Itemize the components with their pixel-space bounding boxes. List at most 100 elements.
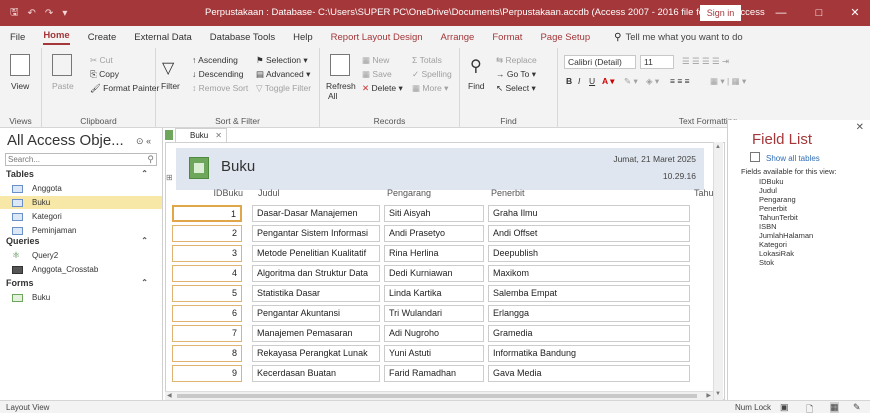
- cell-penerbit[interactable]: Erlangga: [488, 305, 690, 322]
- scroll-left-icon[interactable]: ◀: [167, 392, 172, 399]
- cell-judul[interactable]: Pengantar Sistem Informasi: [252, 225, 380, 242]
- customize-qat-icon[interactable]: ▾: [62, 8, 67, 19]
- undo-icon[interactable]: ↶: [28, 8, 36, 19]
- cell-judul[interactable]: Metode Penelitian Kualitatif: [252, 245, 380, 262]
- field-list-item[interactable]: ISBN: [759, 222, 777, 231]
- column-header-idbuku[interactable]: IDBuku: [199, 188, 243, 198]
- shutter-bar-close-icon[interactable]: «: [146, 136, 151, 146]
- nav-section-queries[interactable]: Queries ⌃: [6, 236, 154, 246]
- copy-button[interactable]: ⎘ Copy: [90, 69, 119, 80]
- tab-page-setup[interactable]: Page Setup: [540, 32, 590, 43]
- cell-judul[interactable]: Dasar-Dasar Manajemen: [252, 205, 380, 222]
- cell-pengarang[interactable]: Farid Ramadhan: [384, 365, 484, 382]
- cell-idbuku[interactable]: 3: [172, 245, 242, 262]
- tab-external-data[interactable]: External Data: [134, 32, 192, 43]
- cell-pengarang[interactable]: Tri Wulandari: [384, 305, 484, 322]
- goto-button[interactable]: → Go To ▾: [496, 69, 536, 80]
- ascending-button[interactable]: ↑ Ascending: [192, 55, 238, 65]
- spelling-button[interactable]: ✓ Spelling: [412, 69, 452, 80]
- cell-penerbit[interactable]: Gramedia: [488, 325, 690, 342]
- cell-judul[interactable]: Manajemen Pemasaran: [252, 325, 380, 342]
- report-date[interactable]: Jumat, 21 Maret 2025: [613, 154, 696, 164]
- maximize-button[interactable]: □: [810, 4, 828, 22]
- vertical-scrollbar[interactable]: ▲ ▼: [713, 142, 723, 400]
- redo-icon[interactable]: ↷: [45, 8, 53, 19]
- nav-item-anggota-crosstab[interactable]: Anggota_Crosstab: [0, 263, 162, 276]
- sign-in-button[interactable]: Sign in: [700, 5, 741, 21]
- descending-button[interactable]: ↓ Descending: [192, 69, 244, 79]
- layout-view-icon[interactable]: ▦: [830, 402, 839, 413]
- cell-idbuku[interactable]: 2: [172, 225, 242, 242]
- column-header-pengarang[interactable]: Pengarang: [387, 188, 431, 198]
- cell-idbuku[interactable]: 5: [172, 285, 242, 302]
- doc-tab-buku[interactable]: Buku ✕: [175, 128, 227, 142]
- tab-help[interactable]: Help: [293, 32, 313, 43]
- scroll-right-icon[interactable]: ▶: [706, 392, 711, 399]
- format-painter-button[interactable]: 🖌 Format Painter: [90, 83, 159, 94]
- cell-idbuku[interactable]: 8: [172, 345, 242, 362]
- nav-section-tables[interactable]: Tables ⌃: [6, 169, 154, 179]
- tab-home[interactable]: Home: [43, 30, 70, 45]
- totals-button[interactable]: Σ Totals: [412, 55, 442, 65]
- more-button[interactable]: ▦ More ▾: [412, 83, 448, 94]
- nav-title[interactable]: All Access Obje...: [7, 132, 124, 149]
- nav-section-forms[interactable]: Forms ⌃: [6, 278, 154, 288]
- selection-button[interactable]: ⚑ Selection ▾: [256, 55, 308, 66]
- column-header-judul[interactable]: Judul: [258, 188, 280, 198]
- refresh-button[interactable]: Refresh: [326, 81, 356, 91]
- report-time[interactable]: 10.29.16: [663, 171, 696, 181]
- select-button[interactable]: ↖ Select ▾: [496, 83, 536, 94]
- delete-record-button[interactable]: ✕ Delete ▾: [362, 83, 403, 94]
- cell-pengarang[interactable]: Andi Prasetyo: [384, 225, 484, 242]
- report-title[interactable]: Buku: [221, 158, 255, 175]
- save-record-button[interactable]: ▦ Save: [362, 69, 392, 80]
- font-name-select[interactable]: Calibri (Detail): [564, 55, 636, 69]
- field-list-item[interactable]: TahunTerbit: [759, 213, 798, 222]
- cell-penerbit[interactable]: Salemba Empat: [488, 285, 690, 302]
- nav-item-anggota[interactable]: Anggota: [0, 182, 162, 195]
- print-preview-icon[interactable]: 🗋: [806, 402, 813, 418]
- cell-penerbit[interactable]: Graha Ilmu: [488, 205, 690, 222]
- nav-item-kategori[interactable]: Kategori: [0, 210, 162, 223]
- refresh-all-dropdown[interactable]: All: [328, 91, 337, 101]
- nav-item-query2[interactable]: ⚛ Query2: [0, 249, 162, 262]
- field-list-item[interactable]: JumlahHalaman: [759, 231, 813, 240]
- toggle-filter-button[interactable]: ▽ Toggle Filter: [256, 83, 311, 94]
- cell-judul[interactable]: Pengantar Akuntansi: [252, 305, 380, 322]
- horizontal-scrollbar[interactable]: ◀ ▶: [165, 391, 713, 400]
- nav-search-input[interactable]: Search... ⚲: [5, 153, 157, 166]
- tab-file[interactable]: File: [10, 32, 25, 43]
- font-size-select[interactable]: 11: [640, 55, 674, 69]
- remove-sort-button[interactable]: ↕ Remove Sort: [192, 83, 248, 93]
- nav-item-buku[interactable]: Buku: [0, 196, 162, 209]
- fill-color-button[interactable]: ◈ ▾: [646, 76, 659, 87]
- cell-idbuku[interactable]: 4: [172, 265, 242, 282]
- show-all-tables-link[interactable]: Show all tables: [766, 154, 820, 163]
- design-view-icon[interactable]: ✎: [853, 402, 861, 413]
- italic-button[interactable]: I: [578, 76, 580, 86]
- minimize-button[interactable]: —: [772, 4, 790, 22]
- nav-menu-icon[interactable]: ⊙: [136, 136, 144, 146]
- bold-button[interactable]: B: [566, 76, 572, 86]
- column-header-penerbit[interactable]: Penerbit: [491, 188, 525, 198]
- cell-idbuku[interactable]: 7: [172, 325, 242, 342]
- underline-button[interactable]: U: [589, 76, 595, 86]
- view-button[interactable]: View: [11, 81, 29, 91]
- replace-button[interactable]: ⇆ Replace: [496, 55, 537, 66]
- cell-pengarang[interactable]: Dedi Kurniawan: [384, 265, 484, 282]
- cell-judul[interactable]: Statistika Dasar: [252, 285, 380, 302]
- paste-button[interactable]: Paste: [52, 81, 74, 91]
- new-record-button[interactable]: ▦ New: [362, 55, 389, 66]
- tell-me-search[interactable]: Tell me what you want to do: [625, 32, 742, 43]
- field-list-item[interactable]: Kategori: [759, 240, 787, 249]
- cell-judul[interactable]: Algoritma dan Struktur Data: [252, 265, 380, 282]
- cell-idbuku[interactable]: 9: [172, 365, 242, 382]
- filter-button[interactable]: Filter: [161, 81, 180, 91]
- scroll-thumb[interactable]: [177, 394, 697, 398]
- highlight-button[interactable]: ✎ ▾: [624, 76, 638, 87]
- column-header-tahun[interactable]: Tahu: [694, 188, 714, 198]
- cell-pengarang[interactable]: Linda Kartika: [384, 285, 484, 302]
- tab-format[interactable]: Format: [492, 32, 522, 43]
- gridlines-button[interactable]: ▦ ▾ | ▦ ▾: [710, 76, 746, 87]
- close-tab-icon[interactable]: ✕: [215, 129, 222, 142]
